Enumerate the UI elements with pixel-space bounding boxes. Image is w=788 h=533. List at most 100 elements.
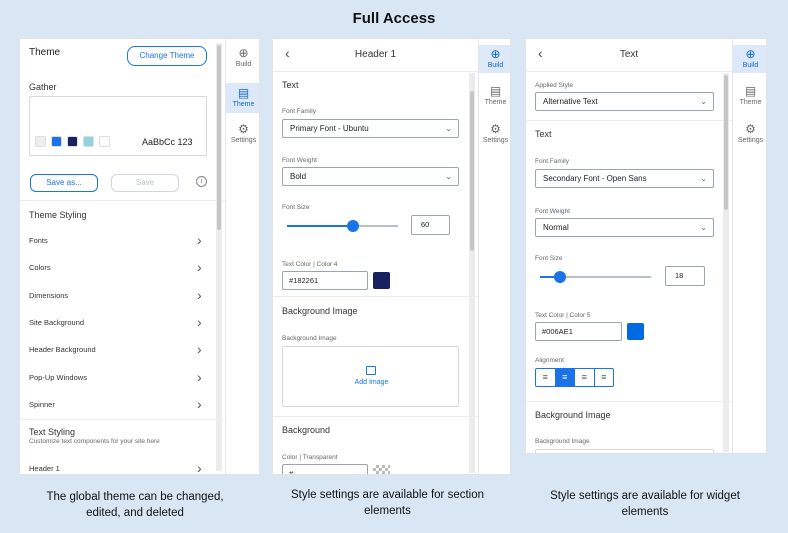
chevron-down-icon: ⌄ (700, 174, 707, 183)
theme-name: Gather (29, 82, 57, 92)
rail-theme[interactable]: ▤ Theme (226, 83, 259, 113)
applied-style-select[interactable]: Alternative Text ⌄ (535, 92, 714, 111)
plus-circle-icon: ⊕ (238, 46, 249, 60)
text-styling-item-header-1[interactable]: Header 1 (29, 464, 60, 473)
palette-icon: ▤ (237, 86, 250, 100)
scrollbar-thumb[interactable] (724, 75, 728, 210)
chevron-right-icon[interactable]: › (197, 461, 202, 474)
rail-theme-label: Theme (739, 99, 762, 106)
text-color-label: Text Color | Color 5 (535, 312, 591, 319)
scrollbar[interactable] (469, 73, 475, 473)
background-image-label: Background Image (282, 335, 337, 342)
transparent-swatch-icon[interactable] (373, 465, 390, 474)
widget-header-title: Text (619, 49, 639, 60)
theme-color-swatch (51, 136, 62, 147)
chevron-down-icon: ⌄ (445, 172, 452, 181)
rail-settings-label: Settings (230, 137, 257, 144)
font-size-input[interactable]: 60 (411, 215, 450, 235)
align-justify-icon[interactable]: ≡ (595, 369, 614, 386)
gear-icon: ⚙ (745, 122, 756, 136)
rail-settings-label: Settings (482, 137, 509, 144)
add-image-dropzone[interactable]: Add Image (282, 346, 459, 407)
rail-build[interactable]: ⊕ Build (226, 46, 259, 73)
theme-styling-item-label: Fonts (29, 236, 48, 245)
theme-color-swatch (83, 136, 94, 147)
applied-style-label: Applied Style (535, 82, 573, 89)
theme-styling-item[interactable]: Dimensions › (20, 288, 225, 304)
font-weight-label: Font Weight (535, 208, 570, 215)
chevron-down-icon: ⌄ (445, 124, 452, 133)
background-color-input[interactable]: # (282, 464, 368, 474)
rail-settings[interactable]: ⚙ Settings (479, 122, 510, 149)
font-weight-label: Font Weight (282, 157, 317, 164)
theme-heading: Theme (29, 47, 61, 58)
text-styling-description: Customize text components for your site … (29, 438, 160, 445)
font-family-value: Primary Font - Ubuntu (290, 124, 369, 133)
save-as-button[interactable]: Save as... (30, 174, 98, 192)
caption-right: Style settings are available for widget … (550, 490, 740, 518)
font-size-slider-thumb[interactable] (347, 220, 359, 232)
font-weight-select[interactable]: Normal ⌄ (535, 218, 714, 237)
text-color-swatch[interactable] (627, 323, 644, 340)
save-button[interactable]: Save (111, 174, 179, 192)
background-image-heading: Background Image (282, 306, 358, 316)
palette-icon: ▤ (489, 84, 502, 98)
theme-styling-item[interactable]: Spinner › (20, 397, 225, 413)
rail-theme-label: Theme (232, 101, 255, 108)
text-section-label: Text (535, 129, 552, 139)
align-left-icon[interactable]: ≡ (536, 369, 556, 386)
text-color-swatch[interactable] (373, 272, 390, 289)
font-size-label: Font Size (282, 204, 310, 211)
rail-build-label: Build (742, 62, 759, 69)
side-rail: ⊕ Build ▤ Theme ⚙ Settings (225, 39, 259, 474)
theme-styling-heading: Theme Styling (29, 210, 87, 220)
section-style-panel: ‹ Header 1 Text Font Family Primary Font… (272, 38, 511, 475)
rail-settings-label: Settings (737, 137, 764, 144)
rail-settings[interactable]: ⚙ Settings (733, 122, 766, 149)
theme-styling-item[interactable]: Colors › (20, 260, 225, 276)
widget-style-panel: ‹ Text Applied Style Alternative Text ⌄ … (525, 38, 767, 454)
scrollbar[interactable] (723, 73, 729, 452)
rail-theme[interactable]: ▤ Theme (479, 84, 510, 111)
theme-styling-item[interactable]: Header Background › (20, 342, 225, 358)
chevron-down-icon: ⌄ (700, 223, 707, 232)
font-size-slider-fill (287, 225, 352, 227)
scrollbar-thumb[interactable] (217, 45, 221, 230)
scrollbar-thumb[interactable] (470, 91, 474, 251)
font-size-slider-thumb[interactable] (554, 271, 566, 283)
text-color-input[interactable]: #182261 (282, 271, 368, 290)
caption-middle: Style settings are available for section… (290, 489, 485, 517)
section-header-title: Header 1 (354, 49, 397, 60)
rail-build[interactable]: ⊕ Build (733, 45, 766, 73)
text-color-input[interactable]: #006AE1 (535, 322, 622, 341)
info-icon[interactable]: i (196, 176, 207, 187)
chevron-down-icon: ⌄ (700, 97, 707, 106)
gear-icon: ⚙ (238, 122, 249, 136)
rail-settings[interactable]: ⚙ Settings (226, 122, 259, 149)
caption-left: The global theme can be changed, edited,… (46, 491, 224, 519)
theme-styling-item[interactable]: Site Background › (20, 315, 225, 331)
theme-color-swatch (35, 136, 46, 147)
theme-styling-item[interactable]: Pop-Up Windows › (20, 370, 225, 386)
scrollbar[interactable] (216, 43, 222, 471)
font-family-label: Font Family (282, 108, 316, 115)
theme-styling-item[interactable]: Fonts › (20, 233, 225, 249)
side-rail: ⊕ Build ▤ Theme ⚙ Settings (478, 39, 510, 474)
text-styling-heading: Text Styling (29, 427, 76, 437)
rail-build[interactable]: ⊕ Build (479, 45, 510, 73)
font-family-select[interactable]: Secondary Font - Open Sans ⌄ (535, 169, 714, 188)
alignment-label: Alignment (535, 357, 564, 364)
rail-build-label: Build (235, 61, 252, 68)
font-weight-select[interactable]: Bold ⌄ (282, 167, 459, 186)
gear-icon: ⚙ (490, 122, 501, 136)
background-image-heading: Background Image (535, 410, 611, 420)
change-theme-button[interactable]: Change Theme (127, 46, 207, 66)
palette-icon: ▤ (744, 84, 757, 98)
font-family-select[interactable]: Primary Font - Ubuntu ⌄ (282, 119, 459, 138)
add-image-dropzone[interactable] (535, 449, 714, 453)
rail-theme[interactable]: ▤ Theme (733, 84, 766, 111)
divider (526, 120, 732, 121)
align-right-icon[interactable]: ≡ (575, 369, 595, 386)
font-size-input[interactable]: 18 (665, 266, 705, 286)
align-center-icon[interactable]: ≡ (555, 369, 575, 386)
